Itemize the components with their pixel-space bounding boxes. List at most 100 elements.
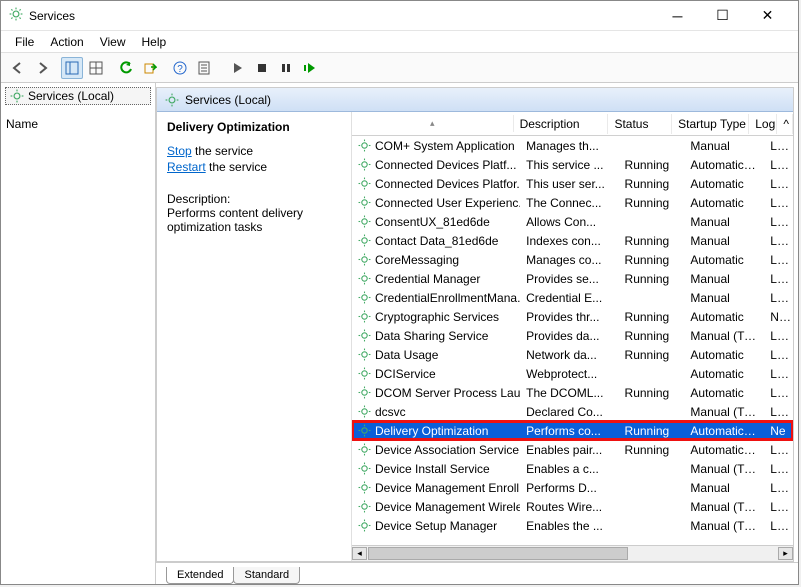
cell-type: Manual <box>684 215 764 229</box>
cell-desc: Network da... <box>520 348 618 362</box>
col-startup[interactable]: Startup Type <box>672 114 749 134</box>
cell-name: ConsentUX_81ed6de <box>352 215 520 229</box>
cell-desc: This user ser... <box>520 177 618 191</box>
start-service-button[interactable] <box>227 57 249 79</box>
back-button[interactable] <box>7 57 29 79</box>
cell-log: Loc <box>764 519 793 533</box>
selected-service-name: Delivery Optimization <box>167 120 341 134</box>
col-logon[interactable]: Log <box>749 114 777 134</box>
service-row[interactable]: Delivery OptimizationPerforms co...Runni… <box>352 421 793 440</box>
service-row[interactable]: DCOM Server Process Laun...The DCOML...R… <box>352 383 793 402</box>
menubar: File Action View Help <box>1 31 798 53</box>
service-row[interactable]: CredentialEnrollmentMana...Credential E.… <box>352 288 793 307</box>
titlebar: Services ─ ☐ ✕ <box>1 1 798 31</box>
service-row[interactable]: Cryptographic ServicesProvides thr...Run… <box>352 307 793 326</box>
cell-desc: Webprotect... <box>520 367 618 381</box>
col-status[interactable]: Status <box>608 114 672 134</box>
service-row[interactable]: Device Management Enroll...Performs D...… <box>352 478 793 497</box>
service-row[interactable]: Device Management Wirele...Routes Wire..… <box>352 497 793 516</box>
service-row[interactable]: CoreMessagingManages co...RunningAutomat… <box>352 250 793 269</box>
grid-button[interactable] <box>85 57 107 79</box>
properties-button[interactable] <box>193 57 215 79</box>
pause-service-button[interactable] <box>275 57 297 79</box>
cell-type: Automatic (... <box>684 424 764 438</box>
close-button[interactable]: ✕ <box>745 2 790 30</box>
service-row[interactable]: ConsentUX_81ed6deAllows Con...ManualLoc <box>352 212 793 231</box>
menu-action[interactable]: Action <box>42 33 91 51</box>
cell-name: Data Usage <box>352 348 520 362</box>
service-row[interactable]: Device Association ServiceEnables pair..… <box>352 440 793 459</box>
service-row[interactable]: dcsvcDeclared Co...Manual (Trig...Loc <box>352 402 793 421</box>
cell-type: Manual <box>684 234 764 248</box>
cell-type: Manual (Trig... <box>684 462 764 476</box>
service-row[interactable]: Connected User Experienc...The Connec...… <box>352 193 793 212</box>
tab-standard[interactable]: Standard <box>233 567 300 584</box>
scroll-left-button[interactable]: ◂ <box>352 547 367 560</box>
cell-type: Automatic (... <box>684 158 764 172</box>
help-button[interactable]: ? <box>169 57 191 79</box>
menu-view[interactable]: View <box>92 33 134 51</box>
cell-type: Automatic (T... <box>684 443 764 457</box>
service-row[interactable]: Contact Data_81ed6deIndexes con...Runnin… <box>352 231 793 250</box>
cell-log: Loc <box>764 139 793 153</box>
cell-log: Loc <box>764 462 793 476</box>
stop-link[interactable]: Stop <box>167 144 192 158</box>
cell-name: Device Setup Manager <box>352 519 520 533</box>
cell-desc: This service ... <box>520 158 618 172</box>
forward-button[interactable] <box>31 57 53 79</box>
col-name[interactable]: Name ▴ <box>352 115 514 132</box>
horizontal-scrollbar[interactable]: ◂ ▸ <box>352 545 793 561</box>
cell-log: Loc <box>764 253 793 267</box>
refresh-button[interactable] <box>115 57 137 79</box>
restart-tail: the service <box>206 160 267 174</box>
cell-status: Running <box>619 329 685 343</box>
scroll-right-button[interactable]: ▸ <box>778 547 793 560</box>
service-row[interactable]: Device Setup ManagerEnables the ...Manua… <box>352 516 793 535</box>
cell-name: Cryptographic Services <box>352 310 520 324</box>
export-button[interactable] <box>139 57 161 79</box>
sort-asc-icon: ▴ <box>430 118 435 129</box>
service-row[interactable]: Data Sharing ServiceProvides da...Runnin… <box>352 326 793 345</box>
cell-name: Contact Data_81ed6de <box>352 234 520 248</box>
tree-root-services[interactable]: Services (Local) <box>5 87 151 105</box>
cell-log: Loc <box>764 386 793 400</box>
restart-service-button[interactable] <box>299 57 321 79</box>
cell-status: Running <box>619 386 685 400</box>
tab-extended[interactable]: Extended <box>166 567 234 584</box>
cell-log: Loc <box>764 158 793 172</box>
cell-type: Manual <box>684 139 764 153</box>
toolbar: ? <box>1 53 798 83</box>
tab-strip: Extended Standard <box>156 562 798 584</box>
cell-name: DCOM Server Process Laun... <box>352 386 520 400</box>
service-row[interactable]: Device Install ServiceEnables a c... Manu… <box>352 459 793 478</box>
cell-log: Loc <box>764 405 793 419</box>
service-row[interactable]: Credential ManagerProvides se...RunningM… <box>352 269 793 288</box>
stop-service-button[interactable] <box>251 57 273 79</box>
cell-type: Automatic <box>684 367 764 381</box>
cell-desc: Enables the ... <box>520 519 618 533</box>
maximize-button[interactable]: ☐ <box>700 2 745 30</box>
cell-status: Running <box>619 158 685 172</box>
service-row[interactable]: COM+ System ApplicationManages th...Manu… <box>352 136 793 155</box>
service-row[interactable]: Connected Devices Platfor...This user se… <box>352 174 793 193</box>
cell-type: Manual (Trig... <box>684 500 764 514</box>
scroll-up-button[interactable]: ^ <box>777 114 793 134</box>
cell-type: Manual (Trig... <box>684 329 764 343</box>
cell-name: Device Install Service <box>352 462 520 476</box>
show-hide-tree-button[interactable] <box>61 57 83 79</box>
rows-container[interactable]: COM+ System ApplicationManages th...Manu… <box>352 136 793 545</box>
pane-title: Services (Local) <box>185 93 271 107</box>
col-description[interactable]: Description <box>514 114 609 134</box>
service-row[interactable]: Data UsageNetwork da...RunningAutomaticL… <box>352 345 793 364</box>
restart-link[interactable]: Restart <box>167 160 206 174</box>
cell-desc: Enables a c... <box>520 462 618 476</box>
scroll-thumb[interactable] <box>368 547 628 560</box>
service-row[interactable]: DCIServiceWebprotect...AutomaticLoc <box>352 364 793 383</box>
service-row[interactable]: Connected Devices Platf...This service .… <box>352 155 793 174</box>
menu-file[interactable]: File <box>7 33 42 51</box>
cell-desc: Enables pair... <box>520 443 618 457</box>
desc-text: Performs content delivery optimization t… <box>167 206 341 234</box>
menu-help[interactable]: Help <box>134 33 175 51</box>
cell-type: Automatic <box>684 196 764 210</box>
minimize-button[interactable]: ─ <box>655 2 700 30</box>
